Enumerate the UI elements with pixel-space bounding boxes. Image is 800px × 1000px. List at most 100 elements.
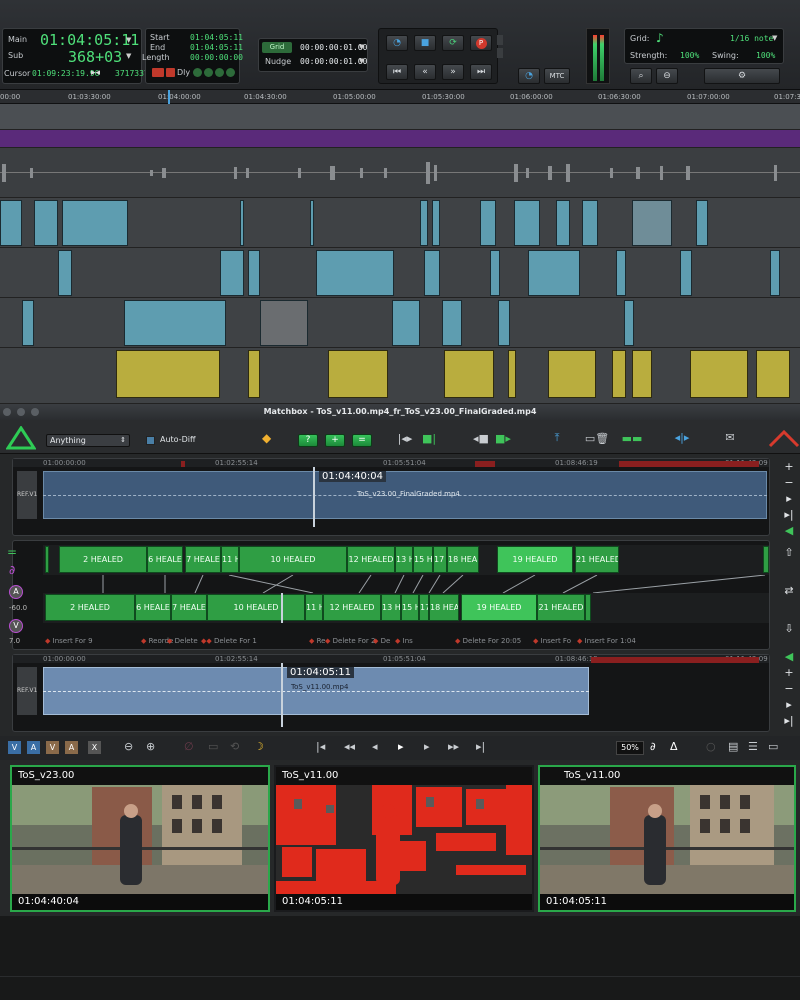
viewer-diff[interactable]: ToS_v11.00 01:04:05:11 xyxy=(274,765,534,912)
toggle-v1[interactable]: V xyxy=(8,741,21,754)
rewind-button[interactable]: « xyxy=(414,64,436,80)
marker-delete-1[interactable]: Delete For 1 xyxy=(214,637,257,645)
go-start-icon[interactable]: |◂ xyxy=(316,740,325,753)
video-clip[interactable] xyxy=(612,350,626,398)
audio-clip[interactable] xyxy=(490,250,500,296)
toggle-x[interactable]: X xyxy=(88,741,101,754)
rewind-fast-icon[interactable]: ◂◂ xyxy=(344,740,355,753)
marker-insert-fo[interactable]: Insert Fo xyxy=(541,637,571,645)
add-marker-icon[interactable]: ◆ xyxy=(262,431,271,445)
audio-clip[interactable] xyxy=(34,200,58,246)
segment-13[interactable]: 13 HE xyxy=(381,594,401,621)
banana-icon[interactable]: ☽ xyxy=(254,740,264,753)
forward-fast-icon[interactable]: ▸▸ xyxy=(448,740,459,753)
video-clip[interactable] xyxy=(328,350,388,398)
peak-icon[interactable] xyxy=(768,426,800,450)
segment-11[interactable]: 11 H xyxy=(221,546,239,573)
main-counter-dropdown-icon[interactable]: ▼ xyxy=(126,36,131,44)
return-to-start-button[interactable]: ⏮ xyxy=(386,64,408,80)
audio-clip[interactable] xyxy=(498,300,510,346)
segment-10[interactable]: 10 HEALED xyxy=(239,546,347,573)
audio-clip[interactable] xyxy=(480,200,496,246)
zoom-out-viewer-icon[interactable]: ⊖ xyxy=(124,740,133,753)
zoom-percent[interactable]: 50% xyxy=(616,741,644,755)
zoom-out-tool-icon[interactable]: ⊖ xyxy=(656,68,678,84)
audio-clip[interactable] xyxy=(420,200,428,246)
segment-19[interactable]: 19 HEALED xyxy=(461,594,537,621)
zoom-in-viewer-icon[interactable]: ⊕ xyxy=(146,740,155,753)
speaker-icon-2[interactable]: ◀ xyxy=(782,650,796,663)
segment-2[interactable]: 2 HEALED xyxy=(45,594,135,621)
upload-icon[interactable]: ⤒ xyxy=(546,431,568,445)
video-clip[interactable] xyxy=(690,350,748,398)
audio-clip[interactable] xyxy=(680,250,692,296)
audio-clip[interactable] xyxy=(556,200,570,246)
zoom-out-icon[interactable]: − xyxy=(782,476,796,489)
curve-viewer-icon[interactable]: ∂ xyxy=(650,740,656,753)
playhead[interactable] xyxy=(168,90,170,104)
up-arrow-icon[interactable]: ⇧ xyxy=(782,546,796,559)
record-enable-icon[interactable] xyxy=(152,68,164,77)
strength-value[interactable]: 100% xyxy=(680,51,699,60)
grid-label[interactable]: Grid xyxy=(262,42,292,53)
mail-icon[interactable]: ✉ xyxy=(716,431,744,444)
zoom-tool-icon[interactable]: ⌕ xyxy=(630,68,652,84)
marker-delete-2[interactable]: Delete For 2 xyxy=(333,637,376,645)
segment-21[interactable]: 21 HEALED xyxy=(575,546,619,573)
audio-clip[interactable] xyxy=(696,200,708,246)
video-clip[interactable] xyxy=(116,350,220,398)
segment-15[interactable]: 15 HE xyxy=(401,594,419,621)
loop-icon[interactable]: ◔ xyxy=(386,35,408,51)
audio-clip[interactable] xyxy=(770,250,780,296)
nudge-value[interactable]: 00:00:00:01.00 xyxy=(300,57,367,66)
move-right-icon[interactable]: ■▸ xyxy=(492,432,514,445)
play-viewer-icon[interactable]: ▸ xyxy=(398,740,404,753)
copy-icon[interactable]: ▭ xyxy=(208,740,218,753)
segment-10[interactable]: 10 HEALED xyxy=(207,594,305,621)
audio-clip[interactable] xyxy=(616,250,626,296)
play-icon-2[interactable]: ▸ xyxy=(782,698,796,711)
lock-icon[interactable] xyxy=(166,68,175,77)
marker-ins[interactable]: Ins xyxy=(403,637,413,645)
audio-clip[interactable] xyxy=(392,300,420,346)
audio-clip[interactable] xyxy=(0,200,22,246)
split-icon[interactable]: ▬▬ xyxy=(618,432,646,445)
window-zoom-icon[interactable] xyxy=(31,408,39,416)
main-counter[interactable]: 01:04:05:11 xyxy=(40,31,139,49)
solo-icon[interactable] xyxy=(215,68,224,77)
video-clip[interactable] xyxy=(756,350,790,398)
disable-icon[interactable]: ∅ xyxy=(184,740,194,753)
down-arrow-icon[interactable]: ⇩ xyxy=(782,622,796,635)
grid-dropdown-icon[interactable]: ▼ xyxy=(359,43,364,51)
list-icon[interactable]: ☰ xyxy=(748,740,758,753)
segment[interactable] xyxy=(763,546,769,573)
segment-17[interactable]: 17 H xyxy=(433,546,447,573)
segment-18[interactable]: 18 HEAL xyxy=(429,594,459,621)
auto-diff-checkbox[interactable] xyxy=(146,436,155,445)
window-minimize-icon[interactable] xyxy=(17,408,25,416)
segment-15[interactable]: 15 HE xyxy=(413,546,433,573)
audio-clip[interactable] xyxy=(442,300,462,346)
marker-delete-20-05[interactable]: Delete For 20:05 xyxy=(463,637,522,645)
grid-note-value[interactable]: 1/16 note xyxy=(730,34,773,43)
reference-playhead[interactable] xyxy=(281,663,283,727)
nudge-dropdown-icon[interactable]: ▼ xyxy=(359,57,364,65)
online-icon[interactable]: ◔ xyxy=(518,68,540,84)
punch-icon[interactable]: P xyxy=(470,35,492,51)
audio-clip[interactable] xyxy=(22,300,34,346)
segment[interactable] xyxy=(585,594,591,621)
viewer-reference[interactable]: ToS_v23.00 01:04:40:04 xyxy=(10,765,270,912)
segment-7[interactable]: 7 HEALE xyxy=(171,594,207,621)
trim-start-icon[interactable]: |◂▸ xyxy=(394,432,416,445)
audio-clip[interactable] xyxy=(624,300,634,346)
sub-counter[interactable]: 368+03 xyxy=(68,48,122,66)
layout-icon[interactable]: ▭ xyxy=(768,740,778,753)
step-back-icon[interactable]: ◂ xyxy=(372,740,378,753)
audio-clip[interactable] xyxy=(240,200,244,246)
audio-clip[interactable] xyxy=(528,250,580,296)
film-icon[interactable]: ▤ xyxy=(728,740,738,753)
start-value[interactable]: 01:04:05:11 xyxy=(190,33,243,42)
stop-button[interactable]: ■ xyxy=(414,35,436,51)
audio-clip[interactable] xyxy=(260,300,308,346)
help-button[interactable]: ? xyxy=(298,434,318,447)
